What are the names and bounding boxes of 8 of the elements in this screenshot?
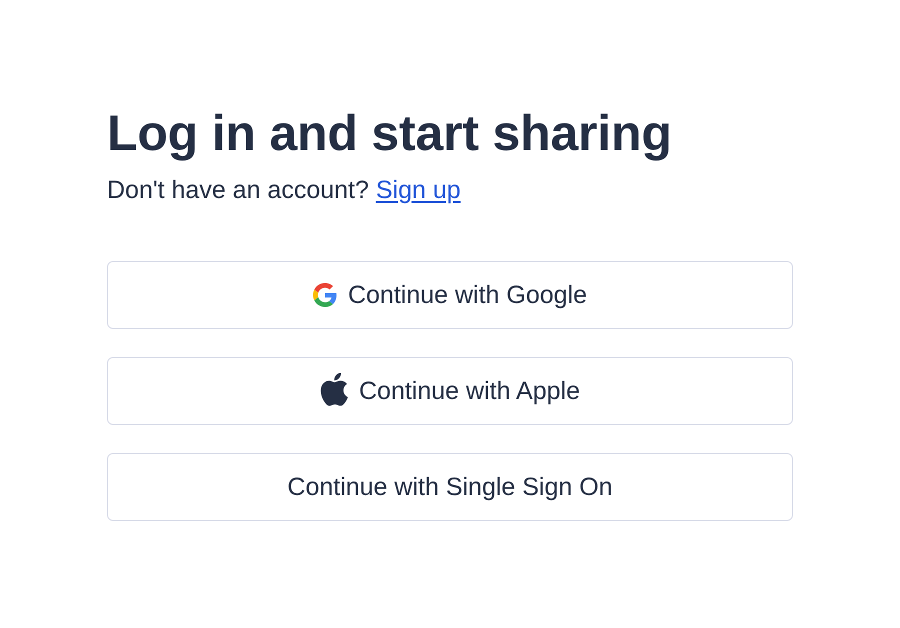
page-heading: Log in and start sharing [107, 104, 673, 163]
google-logo-icon [312, 283, 337, 307]
google-sign-in-button[interactable]: Continue with Google [107, 261, 793, 329]
signup-link[interactable]: Sign up [376, 176, 461, 204]
signup-prompt: Don't have an account? Sign up [107, 175, 462, 205]
single-sign-on-button[interactable]: Continue with Single Sign On [107, 453, 793, 521]
apple-sign-in-button[interactable]: Continue with Apple [107, 357, 793, 425]
apple-logo-icon [320, 372, 348, 406]
